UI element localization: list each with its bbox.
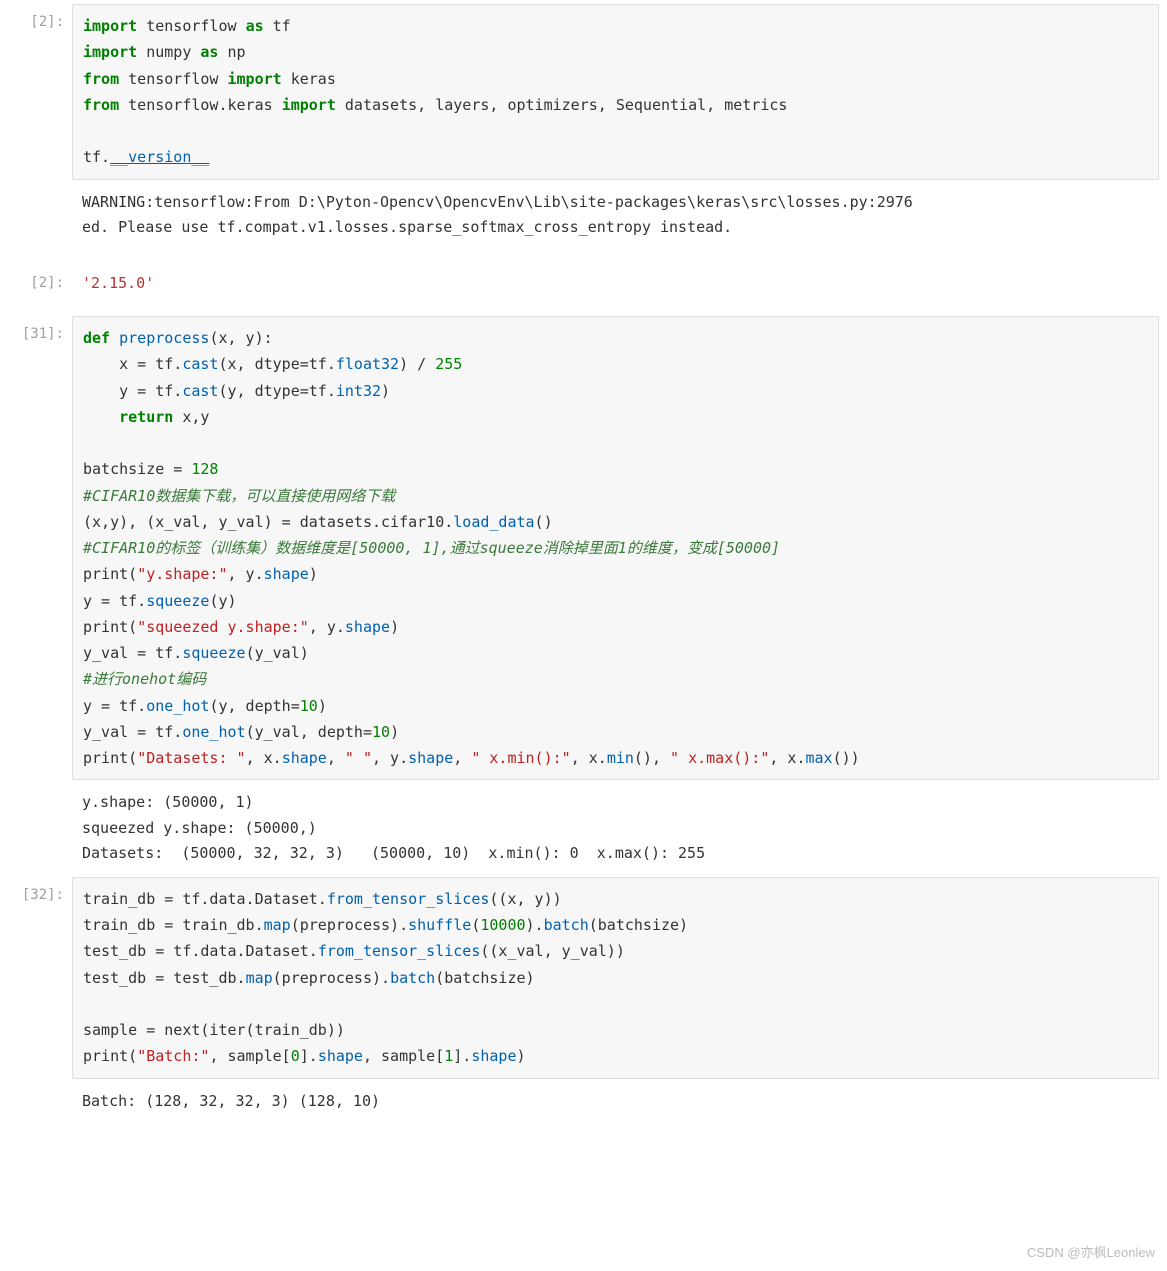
result-output: '2.15.0' xyxy=(72,265,1159,303)
code-input[interactable]: def preprocess(x, y): x = tf.cast(x, dty… xyxy=(72,316,1159,780)
input-prompt: [31]: xyxy=(8,316,72,342)
stdout-output: WARNING:tensorflow:From D:\Pyton-Opencv\… xyxy=(72,184,1159,247)
output-prompt xyxy=(8,1083,72,1093)
stdout-output: y.shape: (50000, 1) squeezed y.shape: (5… xyxy=(72,784,1159,873)
output-prompt: [2]: xyxy=(8,265,72,291)
output-cell: y.shape: (50000, 1) squeezed y.shape: (5… xyxy=(0,784,1167,873)
code-cell: [31]: def preprocess(x, y): x = tf.cast(… xyxy=(0,316,1167,780)
code-cell: [32]: train_db = tf.data.Dataset.from_te… xyxy=(0,877,1167,1079)
output-cell: WARNING:tensorflow:From D:\Pyton-Opencv\… xyxy=(0,184,1167,247)
code-cell: [2]: import tensorflow as tf import nump… xyxy=(0,4,1167,180)
output-prompt xyxy=(8,184,72,194)
input-prompt: [2]: xyxy=(8,4,72,30)
code-input[interactable]: import tensorflow as tf import numpy as … xyxy=(72,4,1159,180)
output-prompt xyxy=(8,784,72,794)
input-prompt: [32]: xyxy=(8,877,72,903)
output-cell: Batch: (128, 32, 32, 3) (128, 10) xyxy=(0,1083,1167,1121)
code-input[interactable]: train_db = tf.data.Dataset.from_tensor_s… xyxy=(72,877,1159,1079)
stdout-output: Batch: (128, 32, 32, 3) (128, 10) xyxy=(72,1083,1159,1121)
output-cell: [2]: '2.15.0' xyxy=(0,265,1167,303)
watermark-label: CSDN @亦枫Leonlew xyxy=(1027,1242,1155,1261)
